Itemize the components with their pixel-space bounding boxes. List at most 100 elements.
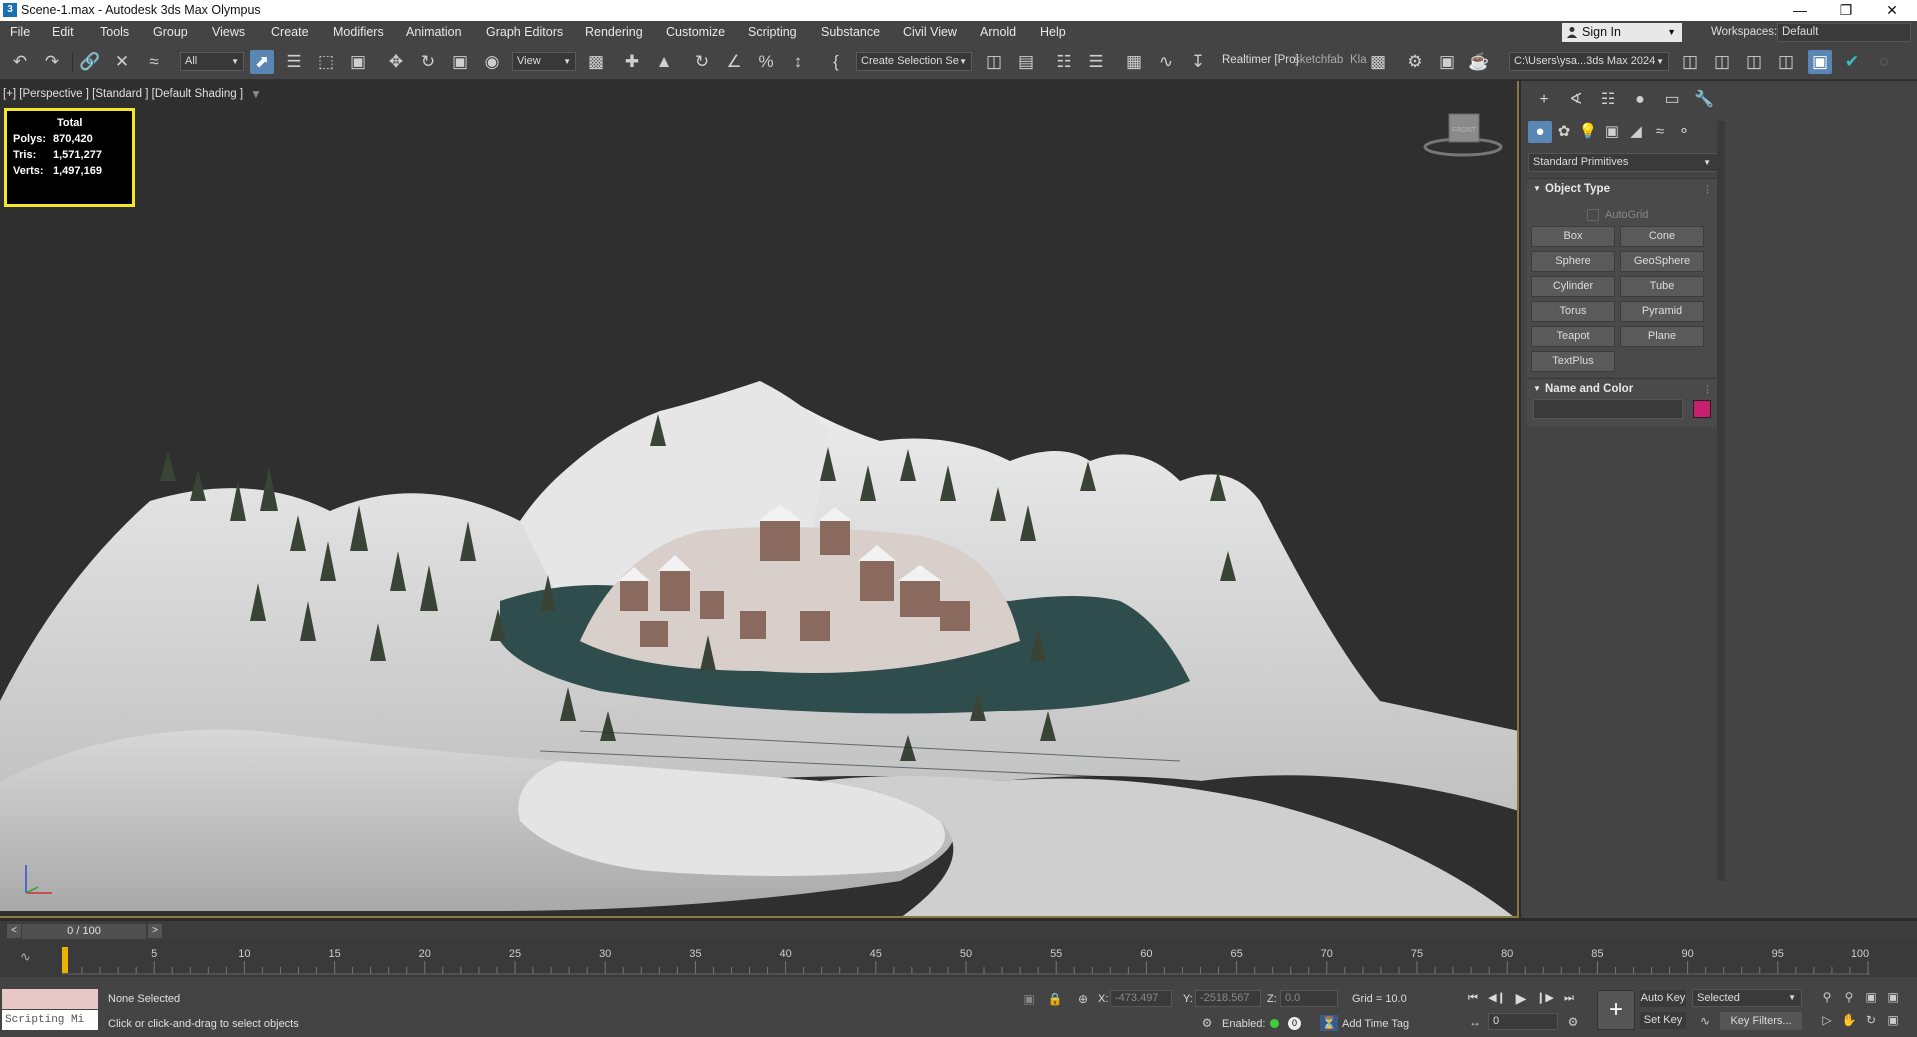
save-active-icon[interactable]: ▣ (1808, 50, 1832, 74)
viewcube-icon[interactable]: FRONT (1422, 113, 1504, 157)
pivot-center-icon[interactable]: ▩ (584, 50, 608, 74)
object-type-header[interactable]: ▼ Object Type ⋮ (1527, 179, 1718, 199)
zoom-extents-icon[interactable]: ▣ (1862, 989, 1880, 1005)
maxscript-listener-output[interactable] (2, 989, 98, 1009)
x-coordinate-field[interactable]: -473.497 (1110, 990, 1172, 1007)
field-of-view-icon[interactable]: ▷ (1818, 1012, 1836, 1028)
previous-key-icon[interactable]: ◀❙ (1488, 990, 1506, 1006)
go-to-end-icon[interactable]: ⏭ (1560, 990, 1578, 1006)
check-circle-icon[interactable]: ✔ (1840, 50, 1864, 74)
next-key-icon[interactable]: ❙▶ (1536, 990, 1554, 1006)
name-and-color-header[interactable]: ▼ Name and Color ⋮ (1527, 379, 1718, 399)
project-folder-icon[interactable]: ◫ (1678, 50, 1702, 74)
shapes-icon[interactable]: ✿ (1552, 121, 1576, 143)
mirror-icon[interactable]: ◫ (982, 50, 1006, 74)
link-icon[interactable]: 🔗 (78, 50, 102, 74)
zoom-icon[interactable]: ⚲ (1818, 989, 1836, 1005)
previous-frame-icon[interactable]: < (7, 924, 21, 938)
pan-view-icon[interactable]: ✋ (1840, 1012, 1858, 1028)
realtimer-button[interactable]: Realtimer [Pro] (1222, 54, 1299, 66)
current-frame-marker[interactable] (62, 947, 68, 973)
systems-icon[interactable]: ⚬ (1672, 121, 1696, 143)
render-production-icon[interactable]: ☕ (1467, 50, 1491, 74)
teapot-button[interactable]: Teapot (1531, 326, 1615, 347)
plane-button[interactable]: Plane (1620, 326, 1704, 347)
menu-arnold[interactable]: Arnold (980, 25, 1016, 39)
menu-customize[interactable]: Customize (666, 25, 725, 39)
modify-tab-icon[interactable]: ∢ (1563, 89, 1589, 111)
align-icon[interactable]: ▤ (1014, 50, 1038, 74)
redo-icon[interactable]: ↷ (40, 50, 64, 74)
workspaces-dropdown[interactable]: Default (1777, 23, 1911, 42)
key-filters-button[interactable]: Key Filters... (1720, 1012, 1802, 1030)
viewport-filter-icon[interactable]: ▼ (250, 87, 262, 101)
menu-edit[interactable]: Edit (52, 25, 74, 39)
autogrid-checkbox[interactable]: AutoGrid (1587, 209, 1648, 222)
default-in-out-tangents-icon[interactable]: ∿ (1696, 1013, 1714, 1029)
placement-icon[interactable]: ◉ (480, 50, 504, 74)
geosphere-button[interactable]: GeoSphere (1620, 251, 1704, 272)
percent-snap-icon[interactable]: % (754, 50, 778, 74)
scene-explorer-icon[interactable]: ☷ (1052, 50, 1076, 74)
rectangular-selection-icon[interactable]: ⬚ (314, 50, 338, 74)
selection-lock-icon[interactable]: 🔒 (1046, 991, 1064, 1007)
cone-button[interactable]: Cone (1620, 226, 1704, 247)
textplus-button[interactable]: TextPlus (1531, 351, 1615, 372)
create-tab-icon[interactable]: + (1531, 89, 1557, 111)
key-mode-toggle-icon[interactable]: ↔ (1466, 1014, 1484, 1030)
menu-substance[interactable]: Substance (821, 25, 880, 39)
minimize-icon[interactable]: — (1778, 0, 1822, 21)
time-slider-thumb[interactable]: 0 / 100 (22, 924, 146, 939)
geometry-icon[interactable]: ● (1528, 121, 1552, 143)
time-tag-icon[interactable]: ⏳ (1320, 1015, 1338, 1031)
menu-help[interactable]: Help (1040, 25, 1066, 39)
select-object-icon[interactable]: ⬈ (250, 50, 274, 74)
utilities-tab-icon[interactable]: 🔧 (1691, 89, 1717, 111)
spinner-snap-icon[interactable]: ↕ (786, 50, 810, 74)
adaptive-degradation-icon[interactable]: ⚙ (1198, 1015, 1216, 1031)
menu-graph-editors[interactable]: Graph Editors (486, 25, 563, 39)
pyramid-button[interactable]: Pyramid (1620, 301, 1704, 322)
cameras-icon[interactable]: ▣ (1600, 121, 1624, 143)
save-project-icon[interactable]: ◫ (1774, 50, 1798, 74)
schematic-view-icon[interactable]: ↧ (1186, 50, 1210, 74)
menu-scripting[interactable]: Scripting (748, 25, 797, 39)
track-bar[interactable]: ∿ 05101520253035404550556065707580859095… (0, 941, 1917, 977)
window-crossing-icon[interactable]: ▣ (346, 50, 370, 74)
maxscript-listener-input[interactable]: Scripting Mi (2, 1010, 98, 1030)
add-time-tag-button[interactable]: Add Time Tag (1342, 1018, 1409, 1030)
curve-editor-icon[interactable]: ∿ (1154, 50, 1178, 74)
enabled-status-icon[interactable] (1270, 1019, 1279, 1028)
undo-icon[interactable]: ↶ (8, 50, 32, 74)
display-tab-icon[interactable]: ▭ (1659, 89, 1685, 111)
auto-key-button[interactable]: Auto Key (1640, 990, 1686, 1007)
set-project-folder-icon[interactable]: ◫ (1742, 50, 1766, 74)
z-coordinate-field[interactable]: 0.0 (1280, 990, 1338, 1007)
cylinder-button[interactable]: Cylinder (1531, 276, 1615, 297)
menu-animation[interactable]: Animation (406, 25, 462, 39)
menu-group[interactable]: Group (153, 25, 188, 39)
menu-civil-view[interactable]: Civil View (903, 25, 957, 39)
open-project-icon[interactable]: ◫ (1710, 50, 1734, 74)
menu-file[interactable]: File (10, 25, 30, 39)
snaps-toggle-icon[interactable]: ↻ (690, 50, 714, 74)
menu-create[interactable]: Create (271, 25, 309, 39)
zoom-extents-all-icon[interactable]: ▣ (1884, 989, 1902, 1005)
menu-tools[interactable]: Tools (100, 25, 129, 39)
command-panel-scrollbar[interactable] (1717, 121, 1725, 881)
set-keys-icon[interactable]: + (1597, 990, 1635, 1030)
current-frame-field[interactable]: 0 (1488, 1013, 1558, 1030)
isolate-selection-icon[interactable]: ▣ (1020, 991, 1038, 1007)
material-editor-icon[interactable]: ▩ (1366, 50, 1390, 74)
kla-button[interactable]: Kla (1350, 54, 1367, 66)
viewport-label-menu[interactable]: [+] [Perspective ] [Standard ] [Default … (3, 88, 243, 100)
menu-views[interactable]: Views (212, 25, 245, 39)
orbit-icon[interactable]: ↻ (1862, 1012, 1880, 1028)
set-key-button[interactable]: Set Key (1640, 1012, 1686, 1029)
hierarchy-tab-icon[interactable]: ☷ (1595, 89, 1621, 111)
layer-explorer-icon[interactable]: ☰ (1084, 50, 1108, 74)
box-button[interactable]: Box (1531, 226, 1615, 247)
scale-icon[interactable]: ▣ (448, 50, 472, 74)
time-configuration-icon[interactable]: ⚙ (1564, 1014, 1582, 1030)
zoom-all-icon[interactable]: ⚲ (1840, 989, 1858, 1005)
